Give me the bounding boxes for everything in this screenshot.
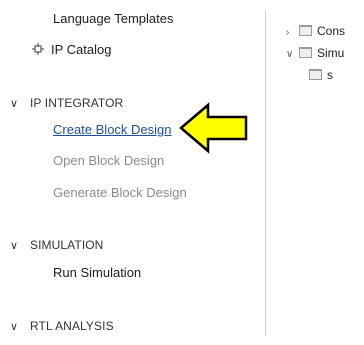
tree-row-constraints[interactable]: › Cons — [286, 24, 345, 40]
chevron-down-icon: ∨ — [10, 321, 19, 333]
chevron-down-icon: ∨ — [10, 98, 19, 110]
folder-icon — [299, 47, 312, 58]
folder-icon — [299, 25, 312, 36]
folder-icon — [309, 69, 322, 80]
tree-row-sim-child[interactable]: s — [306, 68, 333, 82]
yellow-arrow-icon — [179, 102, 248, 154]
tree-row-label: s — [327, 68, 333, 82]
rtl-analysis-section-header[interactable]: ∨ RTL ANALYSIS — [10, 318, 114, 335]
sources-panel: › Cons ∨ Simu s — [266, 0, 364, 345]
ip-catalog-label: IP Catalog — [51, 42, 112, 57]
flow-navigator: Language Templates IP Catalog ∨ IP INTEGR… — [0, 0, 265, 345]
generate-block-design-link[interactable]: Generate Block Design — [53, 185, 187, 201]
ip-integrator-header-label: IP INTEGRATOR — [30, 96, 124, 110]
open-block-design-link[interactable]: Open Block Design — [53, 153, 164, 169]
chevron-down-icon: ∨ — [10, 240, 19, 252]
chevron-down-icon[interactable]: ∨ — [286, 48, 296, 62]
create-block-design-link[interactable]: Create Block Design — [53, 122, 172, 138]
rtl-analysis-header-label: RTL ANALYSIS — [30, 319, 114, 333]
tree-row-simulation-sources[interactable]: ∨ Simu — [286, 46, 344, 62]
simulation-header-label: SIMULATION — [30, 238, 104, 252]
simulation-section-header[interactable]: ∨ SIMULATION — [10, 237, 103, 254]
run-simulation-link[interactable]: Run Simulation — [53, 265, 141, 281]
language-templates-item[interactable]: Language Templates — [53, 11, 173, 27]
chevron-right-icon[interactable]: › — [286, 26, 296, 40]
ip-integrator-section-header[interactable]: ∨ IP INTEGRATOR — [10, 95, 123, 112]
tree-row-label: Simu — [317, 46, 345, 60]
ip-catalog-icon — [32, 43, 44, 55]
tree-row-label: Cons — [317, 24, 346, 38]
ip-catalog-item[interactable]: IP Catalog — [31, 42, 111, 58]
